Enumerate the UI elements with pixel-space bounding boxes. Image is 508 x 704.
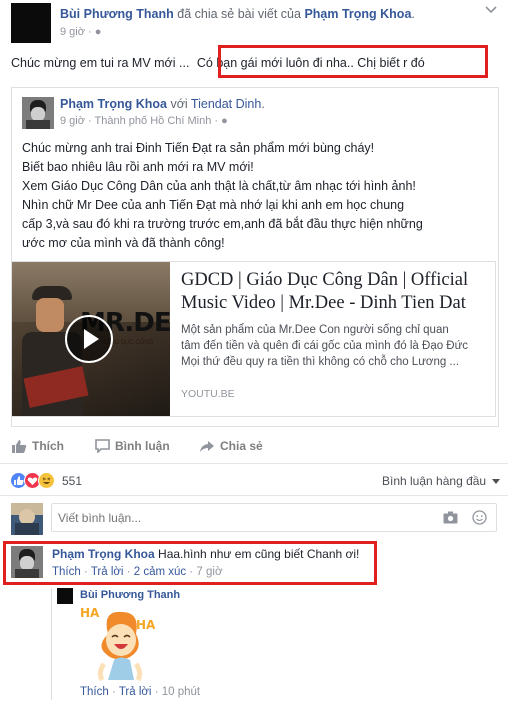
reply-author-avatar[interactable] <box>57 588 73 604</box>
post-author-name[interactable]: Bùi Phương Thanh <box>60 7 174 21</box>
reply-time[interactable]: 10 phút <box>162 686 200 698</box>
link-domain: YOUTU.BE <box>181 388 235 400</box>
post-header: Bùi Phương Thanh đã chia sẻ bài viết của… <box>60 7 415 21</box>
post-original-author[interactable]: Phạm Trọng Khoa <box>304 7 411 21</box>
link-title[interactable]: GDCD | Giáo Dục Công Dân | Official Musi… <box>181 269 468 315</box>
shared-header: Phạm Trọng Khoa với Tiendat Dinh. <box>60 97 265 111</box>
shared-with-text: với <box>170 97 188 111</box>
reaction-count[interactable]: 551 <box>62 474 82 488</box>
like-button[interactable]: Thích <box>11 438 64 454</box>
haha-sticker: HA HA <box>78 600 160 682</box>
shared-period: . <box>261 97 265 111</box>
link-title-line: Music Video | Mr.Dee - Dinh Tien Dat <box>181 293 466 313</box>
link-desc-line: tâm đến tiền và quên đi cái gốc của mình… <box>181 340 469 352</box>
link-title-line: GDCD | Giáo Dục Công Dân | Official <box>181 270 469 290</box>
reply-thread-line <box>51 588 52 700</box>
post-period: . <box>411 7 415 21</box>
video-thumbnail[interactable]: MR.DE GIÁO DỤC CÔNG <box>12 262 170 416</box>
meta-dot: · <box>88 26 92 38</box>
reply-reply-link[interactable]: Trả lời <box>119 686 152 698</box>
shared-text-line: Xem Giáo Dục Công Dân của anh thật là ch… <box>22 179 416 193</box>
link-desc-line: Một sản phẩm của Mr.Dee Con người sống c… <box>181 324 449 336</box>
share-button[interactable]: Chia sẻ <box>199 438 263 454</box>
link-description: Một sản phẩm của Mr.Dee Con người sống c… <box>181 322 468 370</box>
reaction-icons[interactable] <box>10 472 62 490</box>
comment-input-box[interactable] <box>51 503 497 532</box>
comment-sort-label: Bình luận hàng đầu <box>382 474 487 488</box>
shared-text-line: Chúc mừng anh trai Đinh Tiến Đạt ra sản … <box>22 141 375 155</box>
reply-like-link[interactable]: Thích <box>80 686 109 698</box>
thumbs-up-icon <box>11 439 27 454</box>
shared-text-line: Nhìn chữ Mr Dee của anh Tiến Đạt mà nhớ … <box>22 198 405 212</box>
comment-sort-dropdown[interactable]: Bình luận hàng đầu <box>382 474 501 488</box>
post-meta: 9 giờ · ● <box>60 26 101 38</box>
share-label: Chia sẻ <box>220 439 263 453</box>
like-label: Thích <box>32 439 64 453</box>
shared-text-line: cấp 3,và sau đó khi ra trường trước em,a… <box>22 217 423 231</box>
meta-dot: · <box>88 115 92 127</box>
highlight-box-comment <box>3 541 377 585</box>
shared-author-name[interactable]: Phạm Trọng Khoa <box>60 97 167 111</box>
reply-actions: Thích · Trả lời · 10 phút <box>80 686 200 698</box>
comment-button[interactable]: Bình luận <box>95 438 170 454</box>
emoji-icon[interactable] <box>472 510 487 525</box>
link-desc-line: Mọi thứ đều quy ra tiền thì không có chỗ… <box>181 356 460 368</box>
post-action-text: đã chia sẻ bài viết của <box>177 7 301 21</box>
meta-dot: · <box>214 115 219 127</box>
shared-author-avatar[interactable] <box>22 97 54 129</box>
camera-icon[interactable] <box>443 511 458 524</box>
post-author-avatar[interactable] <box>11 3 51 43</box>
chevron-down-icon[interactable] <box>485 6 497 14</box>
comment-label: Bình luận <box>115 439 170 453</box>
globe-icon: ● <box>221 115 228 127</box>
caption-part1: Chúc mừng em tui ra MV mới ... <box>11 56 190 70</box>
globe-icon: ● <box>94 26 102 38</box>
viewer-avatar <box>11 503 43 535</box>
play-button-icon[interactable] <box>65 315 113 363</box>
shared-meta: 9 giờ · Thành phố Hồ Chí Minh · ● <box>60 115 228 127</box>
shared-text-line: Biết bao nhiêu lâu rồi anh mới ra MV mới… <box>22 160 254 174</box>
shared-tagged-name[interactable]: Tiendat Dinh <box>191 97 261 111</box>
caret-down-icon <box>492 478 501 484</box>
share-icon <box>199 440 215 453</box>
highlight-box-caption <box>218 45 488 78</box>
sticker-text-right: HA <box>136 618 156 632</box>
shared-location[interactable]: Thành phố Hồ Chí Minh <box>95 115 212 127</box>
divider <box>0 495 508 496</box>
post-time[interactable]: 9 giờ <box>60 26 85 38</box>
comment-input[interactable] <box>58 509 428 527</box>
haha-reaction-icon <box>38 472 55 489</box>
meta-dot: · <box>154 686 159 698</box>
meta-dot: · <box>111 686 116 698</box>
sticker-text-left: HA <box>80 606 100 620</box>
comment-icon <box>95 439 110 453</box>
shared-text: Chúc mừng anh trai Đinh Tiến Đạt ra sản … <box>22 139 423 253</box>
divider <box>0 463 508 464</box>
shared-time[interactable]: 9 giờ <box>60 115 85 127</box>
shared-text-line: ước mơ của mình và đã thành công! <box>22 236 225 250</box>
